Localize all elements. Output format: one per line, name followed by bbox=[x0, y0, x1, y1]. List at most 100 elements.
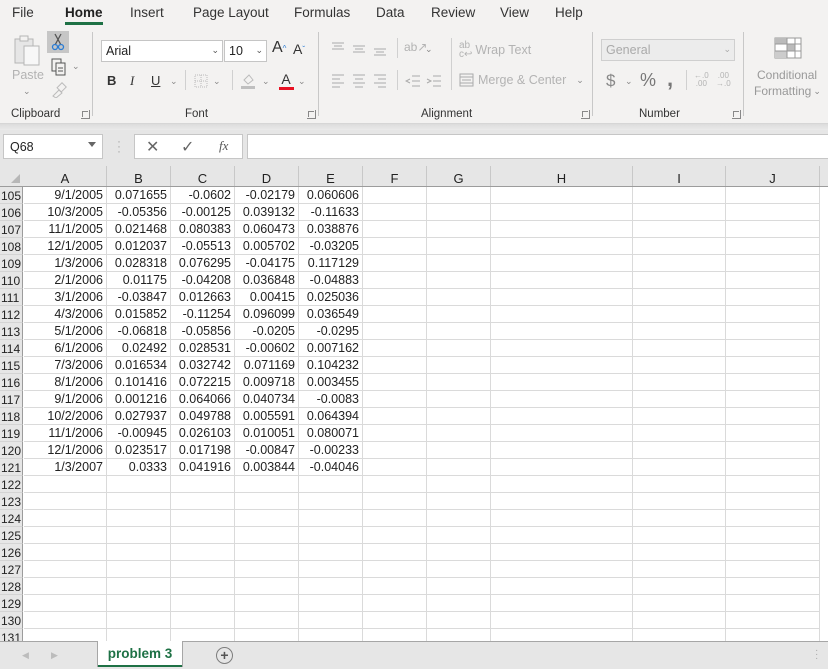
cell-c120[interactable]: 0.017198 bbox=[171, 442, 235, 459]
cell-b128[interactable] bbox=[107, 578, 171, 595]
cell-c130[interactable] bbox=[171, 612, 235, 629]
cell-j105[interactable] bbox=[726, 187, 820, 204]
cell-h124[interactable] bbox=[491, 510, 633, 527]
cell-i119[interactable] bbox=[633, 425, 726, 442]
cell-i118[interactable] bbox=[633, 408, 726, 425]
cancel-icon[interactable]: ✕ bbox=[146, 137, 159, 157]
cell-h115[interactable] bbox=[491, 357, 633, 374]
cell-e119[interactable]: 0.080071 bbox=[299, 425, 363, 442]
cell-a128[interactable] bbox=[24, 578, 107, 595]
cell-i110[interactable] bbox=[633, 272, 726, 289]
cell-d124[interactable] bbox=[235, 510, 299, 527]
cell-a112[interactable]: 4/3/2006 bbox=[24, 306, 107, 323]
cell-b113[interactable]: -0.06818 bbox=[107, 323, 171, 340]
cell-d130[interactable] bbox=[235, 612, 299, 629]
row-header[interactable]: 126 bbox=[0, 544, 23, 561]
cell-a115[interactable]: 7/3/2006 bbox=[24, 357, 107, 374]
cell-f111[interactable] bbox=[363, 289, 427, 306]
cell-d107[interactable]: 0.060473 bbox=[235, 221, 299, 238]
cell-e105[interactable]: 0.060606 bbox=[299, 187, 363, 204]
cell-e131[interactable] bbox=[299, 629, 363, 641]
cell-h120[interactable] bbox=[491, 442, 633, 459]
cell-d123[interactable] bbox=[235, 493, 299, 510]
row-header[interactable]: 107 bbox=[0, 221, 23, 238]
orientation-dropdown-icon[interactable]: ⌄ bbox=[425, 44, 433, 55]
cell-a111[interactable]: 3/1/2006 bbox=[24, 289, 107, 306]
cell-h107[interactable] bbox=[491, 221, 633, 238]
cell-i113[interactable] bbox=[633, 323, 726, 340]
tab-home[interactable]: Home bbox=[65, 5, 103, 25]
cell-f107[interactable] bbox=[363, 221, 427, 238]
cell-a131[interactable] bbox=[24, 629, 107, 641]
cell-e122[interactable] bbox=[299, 476, 363, 493]
cell-f127[interactable] bbox=[363, 561, 427, 578]
formula-bar-resize-handle[interactable]: · · · bbox=[117, 135, 121, 157]
cell-b118[interactable]: 0.027937 bbox=[107, 408, 171, 425]
cell-j107[interactable] bbox=[726, 221, 820, 238]
cell-f108[interactable] bbox=[363, 238, 427, 255]
cell-d131[interactable] bbox=[235, 629, 299, 641]
cell-f105[interactable] bbox=[363, 187, 427, 204]
row-header[interactable]: 115 bbox=[0, 357, 23, 374]
cell-c107[interactable]: 0.080383 bbox=[171, 221, 235, 238]
column-header-j[interactable]: J bbox=[726, 166, 820, 186]
cell-b117[interactable]: 0.001216 bbox=[107, 391, 171, 408]
row-header[interactable]: 125 bbox=[0, 527, 23, 544]
cell-f113[interactable] bbox=[363, 323, 427, 340]
cell-b106[interactable]: -0.05356 bbox=[107, 204, 171, 221]
cell-f125[interactable] bbox=[363, 527, 427, 544]
cell-c131[interactable] bbox=[171, 629, 235, 641]
number-launcher-icon[interactable] bbox=[732, 110, 741, 119]
fill-color-button[interactable] bbox=[240, 72, 256, 90]
cell-f122[interactable] bbox=[363, 476, 427, 493]
cell-d120[interactable]: -0.00847 bbox=[235, 442, 299, 459]
cell-b125[interactable] bbox=[107, 527, 171, 544]
sheet-bar-options-icon[interactable]: · · · bbox=[815, 646, 818, 664]
cell-h125[interactable] bbox=[491, 527, 633, 544]
copy-button[interactable] bbox=[50, 58, 68, 76]
cell-c128[interactable] bbox=[171, 578, 235, 595]
cell-i125[interactable] bbox=[633, 527, 726, 544]
cell-d108[interactable]: 0.005702 bbox=[235, 238, 299, 255]
cell-j126[interactable] bbox=[726, 544, 820, 561]
cell-g129[interactable] bbox=[427, 595, 491, 612]
cell-c114[interactable]: 0.028531 bbox=[171, 340, 235, 357]
cell-c123[interactable] bbox=[171, 493, 235, 510]
cell-a107[interactable]: 11/1/2005 bbox=[24, 221, 107, 238]
column-header-e[interactable]: E bbox=[299, 166, 363, 186]
italic-button[interactable]: I bbox=[130, 73, 134, 89]
cell-h131[interactable] bbox=[491, 629, 633, 641]
cell-f119[interactable] bbox=[363, 425, 427, 442]
cell-f121[interactable] bbox=[363, 459, 427, 476]
cell-g108[interactable] bbox=[427, 238, 491, 255]
cell-a105[interactable]: 9/1/2005 bbox=[24, 187, 107, 204]
cell-h129[interactable] bbox=[491, 595, 633, 612]
cell-e125[interactable] bbox=[299, 527, 363, 544]
cell-b124[interactable] bbox=[107, 510, 171, 527]
cell-d105[interactable]: -0.02179 bbox=[235, 187, 299, 204]
cell-e116[interactable]: 0.003455 bbox=[299, 374, 363, 391]
row-header[interactable]: 130 bbox=[0, 612, 23, 629]
cell-f118[interactable] bbox=[363, 408, 427, 425]
cell-b120[interactable]: 0.023517 bbox=[107, 442, 171, 459]
cell-e113[interactable]: -0.0295 bbox=[299, 323, 363, 340]
cell-d113[interactable]: -0.0205 bbox=[235, 323, 299, 340]
cell-d111[interactable]: 0.00415 bbox=[235, 289, 299, 306]
tab-view[interactable]: View bbox=[500, 5, 529, 20]
cell-j129[interactable] bbox=[726, 595, 820, 612]
row-header[interactable]: 117 bbox=[0, 391, 23, 408]
cell-h122[interactable] bbox=[491, 476, 633, 493]
column-header-h[interactable]: H bbox=[491, 166, 633, 186]
column-header-a[interactable]: A bbox=[24, 166, 107, 186]
cell-a119[interactable]: 11/1/2006 bbox=[24, 425, 107, 442]
cell-a117[interactable]: 9/1/2006 bbox=[24, 391, 107, 408]
borders-button[interactable] bbox=[193, 73, 208, 88]
cell-c119[interactable]: 0.026103 bbox=[171, 425, 235, 442]
cell-i130[interactable] bbox=[633, 612, 726, 629]
cell-b121[interactable]: 0.0333 bbox=[107, 459, 171, 476]
cell-j106[interactable] bbox=[726, 204, 820, 221]
cell-g114[interactable] bbox=[427, 340, 491, 357]
cell-d109[interactable]: -0.04175 bbox=[235, 255, 299, 272]
sheet-nav-next-icon[interactable]: ▶ bbox=[51, 650, 58, 661]
cell-i126[interactable] bbox=[633, 544, 726, 561]
